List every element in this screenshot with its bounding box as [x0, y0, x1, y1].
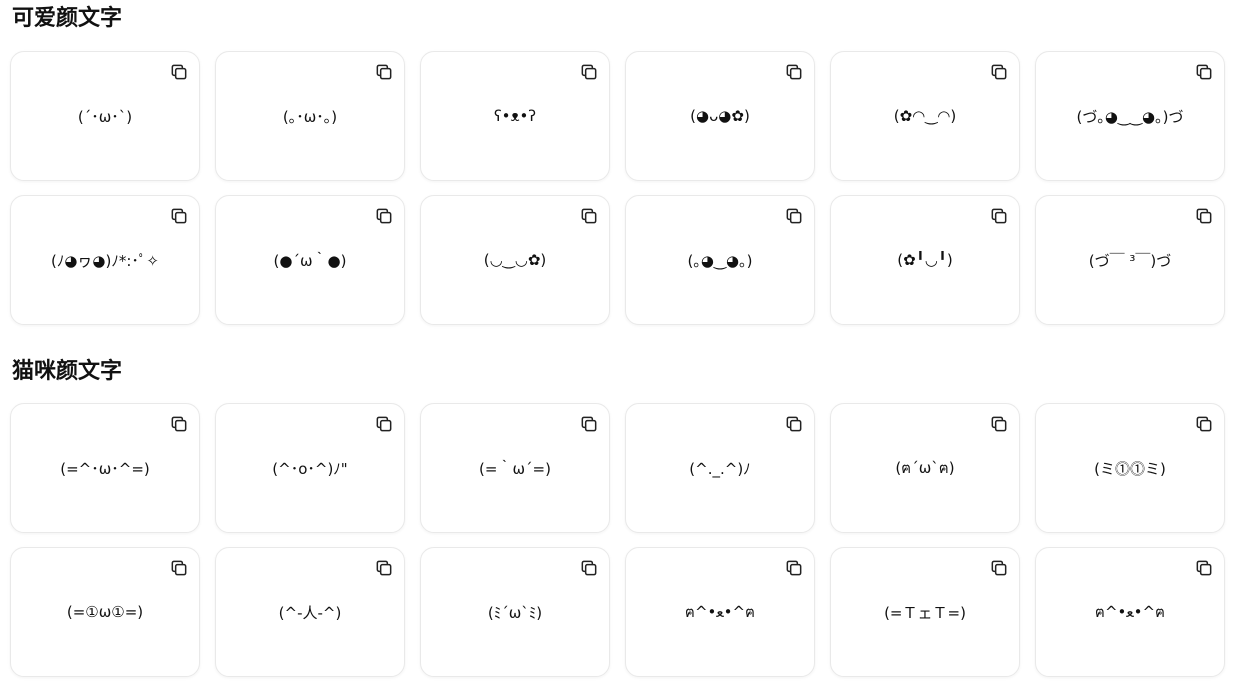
kaomoji-text: (✿◠‿◠) — [893, 107, 957, 125]
kaomoji-card[interactable]: (=｀ω´=) — [420, 403, 610, 533]
copy-icon[interactable] — [169, 558, 189, 578]
kaomoji-card[interactable]: (ﾉ◕ヮ◕)ﾉ*:･ﾟ✧ — [10, 195, 200, 325]
copy-icon[interactable] — [784, 62, 804, 82]
kaomoji-card[interactable]: (^._.^)ﾉ — [625, 403, 815, 533]
kaomoji-text: ฅ^•ﻌ•^ฅ — [684, 603, 756, 621]
kaomoji-text: (づ￣ ³￣)づ — [1088, 251, 1172, 270]
copy-icon[interactable] — [989, 206, 1009, 226]
kaomoji-card[interactable]: (ฅ´ω`ฅ) — [830, 403, 1020, 533]
kaomoji-card[interactable]: ฅ^•ﻌ•^ฅ — [625, 547, 815, 677]
kaomoji-card[interactable]: ฅ^•ﻌ•^ฅ — [1035, 547, 1225, 677]
section-title-cat: 猫咪颜文字 — [12, 359, 123, 384]
kaomoji-card[interactable]: (づ｡◕‿‿◕｡)づ — [1035, 51, 1225, 181]
kaomoji-text: (｡･ω･｡) — [282, 107, 338, 126]
kaomoji-text: (ฅ´ω`ฅ) — [895, 459, 955, 477]
kaomoji-text: (=①ω①=) — [66, 603, 144, 621]
copy-icon[interactable] — [784, 414, 804, 434]
kaomoji-card[interactable]: (=^･ω･^=) — [10, 403, 200, 533]
kaomoji-text: (^-人-^) — [278, 603, 342, 622]
copy-icon[interactable] — [579, 62, 599, 82]
kaomoji-grid-cat: (=^･ω･^=) (^･o･^)ﾉ" (=｀ω´=) (^._.^)ﾉ (ฅ´ω`ฅ)… — [10, 403, 1225, 677]
kaomoji-card[interactable]: ʕ•ᴥ•ʔ — [420, 51, 610, 181]
copy-icon[interactable] — [989, 62, 1009, 82]
copy-icon[interactable] — [374, 558, 394, 578]
kaomoji-card[interactable]: (◡‿◡✿) — [420, 195, 610, 325]
kaomoji-text: (づ｡◕‿‿◕｡)づ — [1076, 107, 1184, 126]
copy-icon[interactable] — [169, 62, 189, 82]
kaomoji-text: (◡‿◡✿) — [483, 251, 547, 269]
kaomoji-card[interactable]: (✿╹◡╹) — [830, 195, 1020, 325]
kaomoji-card[interactable]: (づ￣ ³￣)づ — [1035, 195, 1225, 325]
kaomoji-card[interactable]: (´･ω･`) — [10, 51, 200, 181]
copy-icon[interactable] — [579, 558, 599, 578]
kaomoji-text: ʕ•ᴥ•ʔ — [493, 107, 537, 125]
copy-icon[interactable] — [1194, 62, 1214, 82]
kaomoji-grid-cute: (´･ω･`) (｡･ω･｡) ʕ•ᴥ•ʔ (◕ᴗ◕✿) (✿◠‿◠) (づ｡◕‿‿◕｡)… — [10, 51, 1225, 325]
kaomoji-card[interactable]: (｡◕‿◕｡) — [625, 195, 815, 325]
kaomoji-text: (=^･ω･^=) — [60, 459, 150, 478]
kaomoji-text: (｡◕‿◕｡) — [687, 251, 753, 270]
copy-icon[interactable] — [1194, 206, 1214, 226]
copy-icon[interactable] — [374, 62, 394, 82]
kaomoji-card[interactable]: (✿◠‿◠) — [830, 51, 1020, 181]
kaomoji-text: (^･o･^)ﾉ" — [272, 459, 348, 478]
kaomoji-text: (ﾉ◕ヮ◕)ﾉ*:･ﾟ✧ — [50, 251, 159, 270]
copy-icon[interactable] — [169, 414, 189, 434]
copy-icon[interactable] — [784, 206, 804, 226]
kaomoji-card[interactable]: (◕ᴗ◕✿) — [625, 51, 815, 181]
kaomoji-text: (ミ⓵⓵ミ) — [1094, 459, 1166, 478]
kaomoji-card[interactable]: (●´ω｀●) — [215, 195, 405, 325]
kaomoji-text: (●´ω｀●) — [273, 251, 347, 270]
kaomoji-card[interactable]: (｡･ω･｡) — [215, 51, 405, 181]
kaomoji-text: (=｀ω´=) — [479, 459, 551, 478]
copy-icon[interactable] — [374, 414, 394, 434]
copy-icon[interactable] — [374, 206, 394, 226]
kaomoji-card[interactable]: (ミ⓵⓵ミ) — [1035, 403, 1225, 533]
copy-icon[interactable] — [784, 558, 804, 578]
kaomoji-card[interactable]: (=①ω①=) — [10, 547, 200, 677]
kaomoji-text: (ﾐ´ω`ﾐ) — [487, 603, 543, 622]
kaomoji-text: (^._.^)ﾉ — [689, 459, 751, 478]
kaomoji-text: (◕ᴗ◕✿) — [690, 107, 750, 125]
kaomoji-card[interactable]: (=ＴェＴ=) — [830, 547, 1020, 677]
kaomoji-text: (=ＴェＴ=) — [884, 603, 966, 622]
kaomoji-card[interactable]: (^･o･^)ﾉ" — [215, 403, 405, 533]
copy-icon[interactable] — [989, 414, 1009, 434]
kaomoji-card[interactable]: (^-人-^) — [215, 547, 405, 677]
kaomoji-text: (✿╹◡╹) — [897, 251, 953, 269]
copy-icon[interactable] — [579, 206, 599, 226]
copy-icon[interactable] — [579, 414, 599, 434]
copy-icon[interactable] — [169, 206, 189, 226]
section-title-cute: 可爱颜文字 — [12, 6, 123, 31]
kaomoji-text: (´･ω･`) — [77, 107, 133, 126]
copy-icon[interactable] — [989, 558, 1009, 578]
copy-icon[interactable] — [1194, 558, 1214, 578]
copy-icon[interactable] — [1194, 414, 1214, 434]
kaomoji-card[interactable]: (ﾐ´ω`ﾐ) — [420, 547, 610, 677]
kaomoji-text: ฅ^•ﻌ•^ฅ — [1094, 603, 1166, 621]
